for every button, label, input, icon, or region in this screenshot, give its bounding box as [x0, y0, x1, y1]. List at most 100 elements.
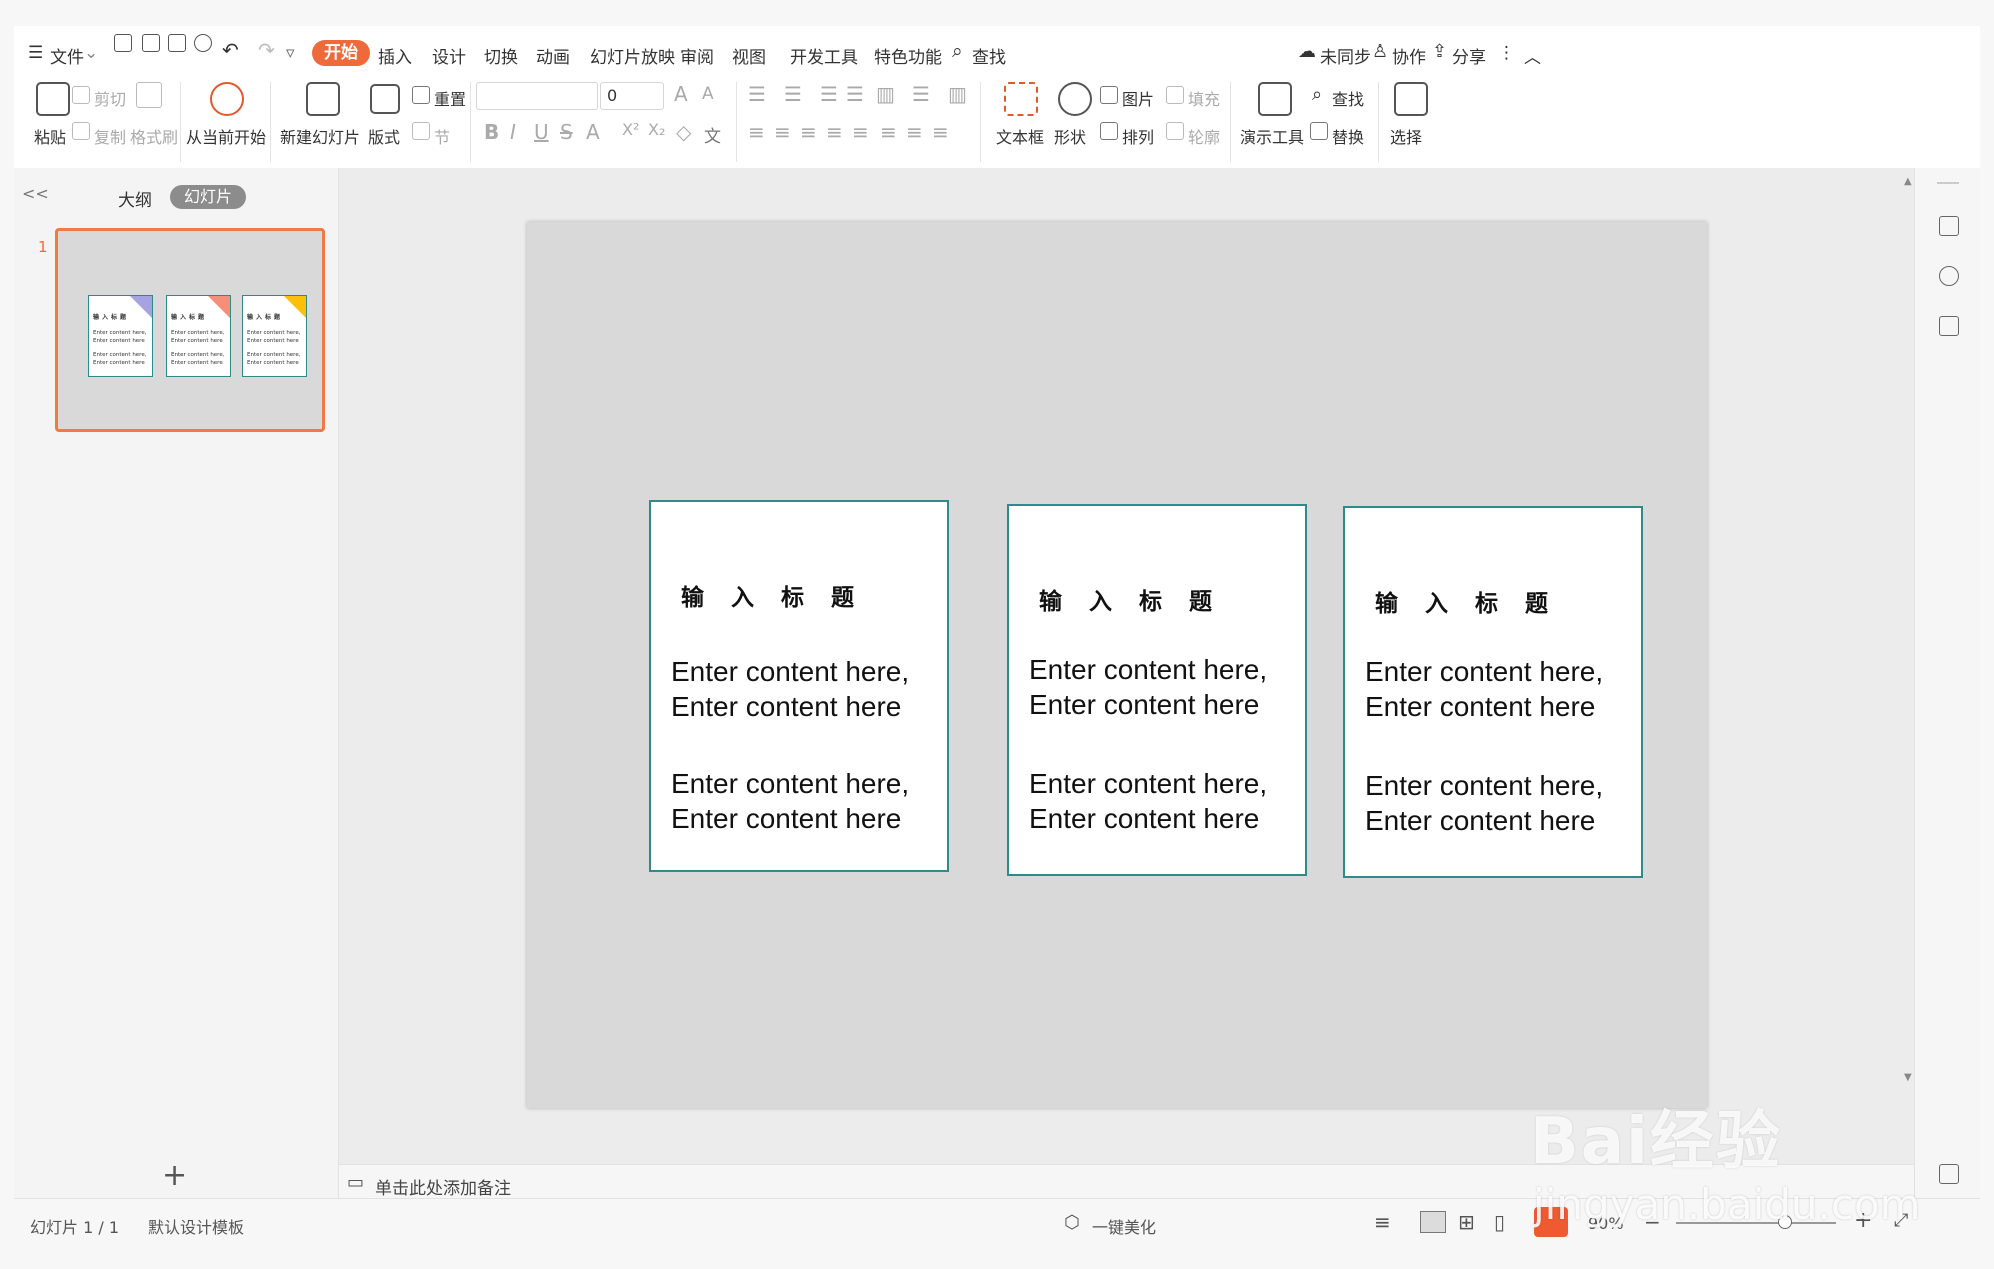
- picture-button[interactable]: 图片: [1122, 86, 1154, 110]
- tab-transition[interactable]: 切换: [484, 43, 518, 68]
- text-direction-icon[interactable]: ☰: [912, 82, 930, 106]
- numbering-icon[interactable]: ☰: [784, 82, 802, 106]
- card-text[interactable]: Enter content here,: [1029, 768, 1267, 800]
- reading-view-icon[interactable]: ▯: [1494, 1210, 1505, 1234]
- align-right-icon[interactable]: ≡: [800, 120, 817, 144]
- tab-developer[interactable]: 开发工具: [790, 43, 858, 68]
- strike-icon[interactable]: S: [560, 120, 573, 144]
- textbox-icon[interactable]: [1004, 82, 1038, 116]
- card-title[interactable]: 输入标题: [1039, 582, 1239, 616]
- find-button[interactable]: 查找: [1332, 86, 1364, 110]
- tab-animation[interactable]: 动画: [536, 43, 570, 68]
- play-icon[interactable]: [210, 82, 244, 116]
- textbox-button[interactable]: 文本框: [996, 124, 1044, 148]
- tab-features[interactable]: 特色功能: [874, 43, 942, 68]
- add-slide-icon[interactable]: +: [162, 1158, 187, 1193]
- slide-thumbnail[interactable]: 输入标题 Enter content here, Enter content h…: [55, 228, 325, 432]
- card-text[interactable]: Enter content here,: [1365, 656, 1603, 688]
- tab-slides[interactable]: 幻灯片: [170, 185, 247, 209]
- select-button[interactable]: 选择: [1390, 124, 1422, 148]
- sync-status[interactable]: 未同步: [1320, 43, 1371, 68]
- share-button[interactable]: 分享: [1452, 43, 1486, 68]
- reset-icon[interactable]: [412, 86, 430, 104]
- tab-insert[interactable]: 插入: [378, 43, 412, 68]
- print-icon[interactable]: [168, 34, 186, 52]
- select-icon[interactable]: [1394, 82, 1428, 116]
- new-slide-button[interactable]: 新建幻灯片: [280, 124, 360, 148]
- superscript-icon[interactable]: X²: [622, 120, 639, 139]
- paragraph-spacing-icon[interactable]: ≡: [906, 120, 923, 144]
- phonetic-icon[interactable]: 文: [704, 122, 721, 147]
- font-color-icon[interactable]: A: [586, 120, 600, 144]
- cut-icon[interactable]: [72, 86, 90, 104]
- menu-icon[interactable]: ☰: [28, 43, 43, 63]
- align-center-icon[interactable]: ≡: [774, 120, 791, 144]
- eraser-icon[interactable]: ◇: [676, 120, 691, 144]
- scroll-down-icon[interactable]: ▼: [1904, 1072, 1912, 1083]
- slide[interactable]: 01 输入标题 Enter content here, Enter conten…: [527, 222, 1707, 1108]
- increase-indent-icon[interactable]: ☰: [846, 82, 864, 106]
- shape-icon[interactable]: [1058, 82, 1092, 116]
- italic-icon[interactable]: I: [510, 120, 516, 144]
- customize-icon[interactable]: ▿: [286, 43, 295, 63]
- new-slide-icon[interactable]: [306, 82, 340, 116]
- vertical-scrollbar[interactable]: ▲ ▼: [1902, 176, 1914, 1164]
- card-title[interactable]: 输入标题: [681, 578, 881, 612]
- card-text[interactable]: Enter content here: [1029, 689, 1259, 721]
- grid-icon[interactable]: [1939, 1164, 1959, 1184]
- tab-slideshow[interactable]: 幻灯片放映: [590, 43, 675, 68]
- line-spacing-icon[interactable]: ▥: [948, 82, 967, 106]
- reset-button[interactable]: 重置: [434, 86, 466, 110]
- notes-placeholder[interactable]: 单击此处添加备注: [375, 1174, 511, 1199]
- shape-button[interactable]: 形状: [1054, 124, 1086, 148]
- content-card-3[interactable]: 03 输入标题 Enter content here, Enter conten…: [1343, 506, 1643, 878]
- underline-icon[interactable]: U: [534, 120, 549, 144]
- content-card-1[interactable]: 01 输入标题 Enter content here, Enter conten…: [649, 500, 949, 872]
- present-tools-button[interactable]: 演示工具: [1240, 124, 1304, 148]
- tab-review[interactable]: 审阅: [680, 43, 714, 68]
- picture-icon[interactable]: [1100, 86, 1118, 104]
- undo-icon[interactable]: ↶: [222, 38, 239, 62]
- present-tools-icon[interactable]: [1258, 82, 1292, 116]
- export-icon[interactable]: [142, 34, 160, 52]
- shrink-font-icon[interactable]: A: [702, 84, 714, 104]
- card-text[interactable]: Enter content here,: [671, 768, 909, 800]
- save-icon[interactable]: [114, 34, 132, 52]
- card-text[interactable]: Enter content here: [1029, 803, 1259, 835]
- fill-icon[interactable]: [1166, 86, 1184, 104]
- arrange-icon[interactable]: [1100, 122, 1118, 140]
- sorter-view-icon[interactable]: ⊞: [1458, 1210, 1475, 1234]
- collapse-panel-icon[interactable]: <<: [22, 184, 49, 203]
- tab-design[interactable]: 设计: [432, 43, 466, 68]
- bold-icon[interactable]: B: [484, 120, 499, 144]
- replace-icon[interactable]: [1310, 122, 1328, 140]
- tab-outline[interactable]: 大纲: [118, 186, 152, 211]
- copy-button[interactable]: 复制: [94, 124, 126, 148]
- more-icon[interactable]: ⋮: [1498, 43, 1515, 63]
- align-left-icon[interactable]: ≡: [748, 120, 765, 144]
- notes-view-icon[interactable]: ≡: [1374, 1210, 1391, 1234]
- outline-button[interactable]: 轮廓: [1188, 124, 1220, 148]
- columns-icon[interactable]: ▥: [876, 82, 895, 106]
- format-painter-icon[interactable]: [136, 82, 162, 108]
- beautify-button[interactable]: 一键美化: [1092, 1214, 1156, 1238]
- search-icon[interactable]: ⌕: [952, 40, 963, 62]
- distribute-icon[interactable]: ≡: [852, 120, 869, 144]
- tab-home[interactable]: 开始: [312, 40, 370, 66]
- font-family-combo[interactable]: [476, 82, 598, 110]
- outline-icon[interactable]: [1166, 122, 1184, 140]
- animation-icon[interactable]: [1939, 266, 1959, 286]
- paste-button[interactable]: 粘贴: [34, 124, 66, 148]
- section-button[interactable]: 节: [434, 124, 450, 148]
- copy-icon[interactable]: [72, 122, 90, 140]
- card-text[interactable]: Enter content here: [1365, 691, 1595, 723]
- justify-icon[interactable]: ≡: [826, 120, 843, 144]
- card-title[interactable]: 输入标题: [1375, 584, 1575, 618]
- paste-icon[interactable]: [36, 82, 70, 116]
- template-name[interactable]: 默认设计模板: [148, 1214, 244, 1238]
- redo-icon[interactable]: ↷: [258, 38, 275, 62]
- tab-view[interactable]: 视图: [732, 43, 766, 68]
- content-card-2[interactable]: 02 输入标题 Enter content here, Enter conten…: [1007, 504, 1307, 876]
- transition-icon[interactable]: [1939, 316, 1959, 336]
- font-size-combo[interactable]: 0: [600, 82, 664, 110]
